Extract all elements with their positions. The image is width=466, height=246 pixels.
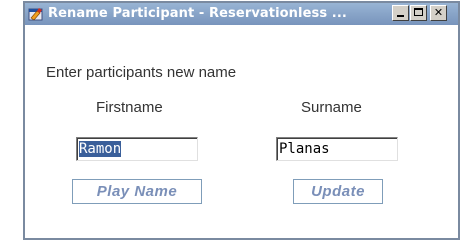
maximize-button[interactable] bbox=[410, 5, 427, 21]
window-title: Rename Participant - Reservationless ... bbox=[48, 6, 347, 21]
surname-label: Surname bbox=[301, 99, 362, 116]
firstname-label: Firstname bbox=[96, 99, 163, 116]
close-icon: ✕ bbox=[433, 6, 444, 19]
surname-input[interactable]: Planas bbox=[276, 137, 398, 161]
minimize-icon bbox=[397, 15, 404, 17]
firstname-value: Ramon bbox=[79, 141, 122, 157]
surname-value: Planas bbox=[279, 141, 330, 157]
update-button[interactable]: Update bbox=[293, 179, 383, 204]
play-name-button[interactable]: Play Name bbox=[72, 179, 202, 204]
rename-participant-window: Rename Participant - Reservationless ...… bbox=[23, 1, 460, 240]
minimize-button[interactable] bbox=[392, 5, 409, 21]
instruction-text: Enter participants new name bbox=[46, 64, 237, 81]
title-bar[interactable]: Rename Participant - Reservationless ...… bbox=[25, 3, 458, 25]
firstname-input[interactable]: Ramon bbox=[76, 137, 198, 161]
close-button[interactable]: ✕ bbox=[430, 5, 447, 21]
app-icon bbox=[28, 8, 43, 21]
maximize-icon bbox=[414, 8, 423, 16]
